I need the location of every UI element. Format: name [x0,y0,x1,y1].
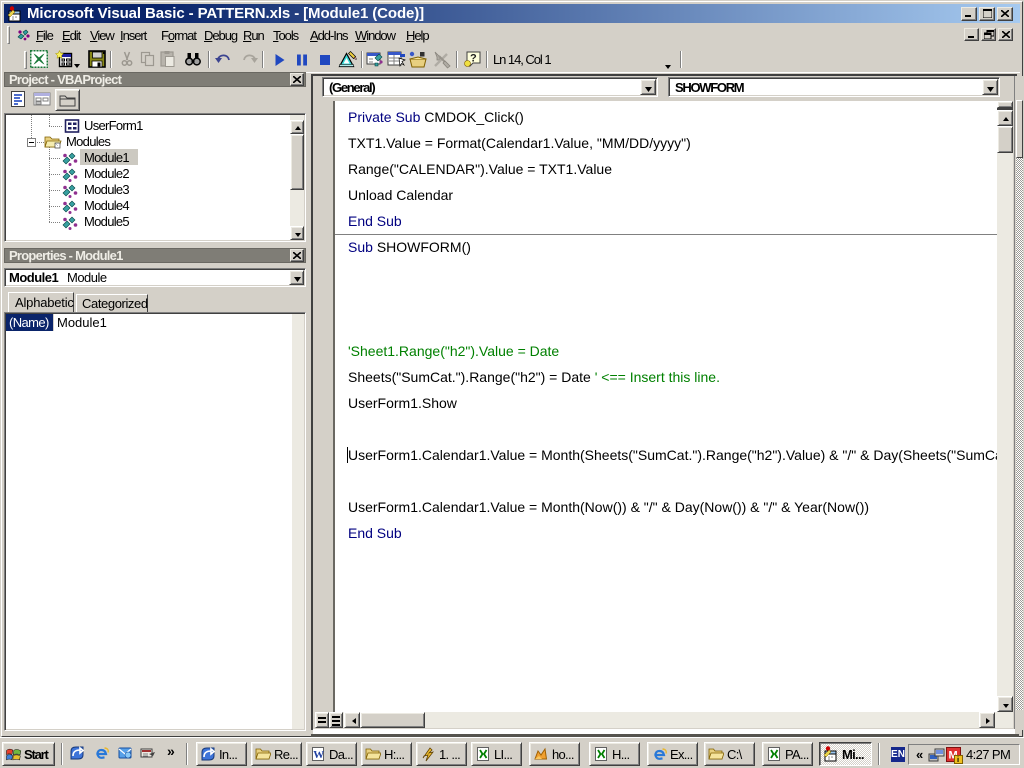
svg-text:i: i [957,755,959,764]
svg-text:?: ? [470,53,477,65]
svg-text:W: W [313,749,324,761]
